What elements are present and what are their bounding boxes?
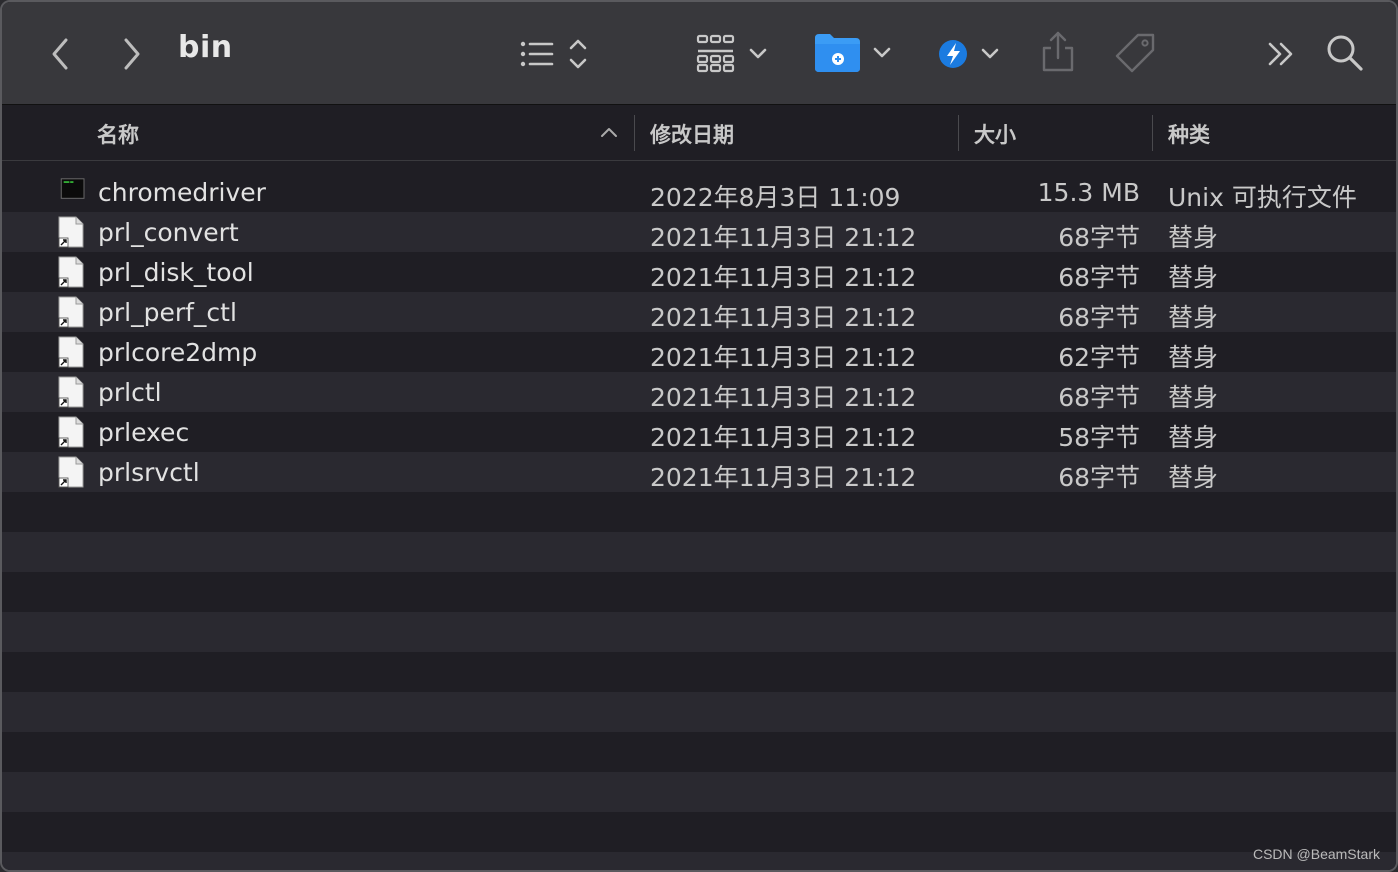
empty-row	[2, 532, 1396, 572]
empty-row	[2, 732, 1396, 772]
column-divider[interactable]	[958, 115, 959, 151]
file-name: prlctl	[98, 378, 162, 407]
empty-row	[2, 652, 1396, 692]
file-kind: 替身	[1168, 263, 1219, 292]
file-date: 2022年8月3日 11:09	[650, 183, 901, 212]
file-date: 2021年11月3日 21:12	[650, 303, 917, 332]
finder-window: bin 名称 修改日期 大小 种类 chromedriver 2022年8月3日…	[0, 0, 1398, 872]
group-button[interactable]	[694, 32, 774, 76]
file-kind: 替身	[1168, 383, 1219, 412]
empty-row	[2, 772, 1396, 812]
tag-icon	[1115, 33, 1155, 73]
file-name: prlsrvctl	[98, 458, 200, 487]
folder-icon	[815, 34, 891, 72]
file-name: prlcore2dmp	[98, 338, 258, 367]
file-size: 15.3 MB	[1037, 178, 1140, 207]
file-size: 62字节	[1058, 343, 1140, 372]
file-size: 68字节	[1058, 463, 1140, 492]
tag-button[interactable]	[1114, 30, 1158, 74]
file-name: prl_convert	[98, 218, 239, 247]
file-kind: 替身	[1168, 463, 1219, 492]
back-button[interactable]	[42, 34, 78, 74]
folder-action-button[interactable]	[812, 30, 896, 76]
file-size: 58字节	[1058, 423, 1140, 452]
share-icon	[1042, 31, 1074, 72]
file-kind: 替身	[1168, 423, 1219, 452]
file-kind: 替身	[1168, 303, 1219, 332]
file-size: 68字节	[1058, 263, 1140, 292]
file-kind: 替身	[1168, 223, 1219, 252]
file-name: prl_perf_ctl	[98, 298, 237, 327]
file-name: prl_disk_tool	[98, 258, 254, 287]
file-date: 2021年11月3日 21:12	[650, 423, 917, 452]
table-row[interactable]: prl_disk_tool 2021年11月3日 21:12 68字节 替身	[2, 252, 1396, 292]
group-icon	[696, 34, 767, 73]
table-row[interactable]: chromedriver 2022年8月3日 11:09 15.3 MB Uni…	[2, 172, 1396, 212]
lightning-icon	[939, 40, 999, 68]
terminal-exec-icon	[60, 178, 85, 199]
alias-file-icon	[58, 456, 84, 488]
column-size-header[interactable]: 大小	[974, 119, 1016, 149]
search-button[interactable]	[1324, 32, 1366, 74]
empty-row	[2, 612, 1396, 652]
forward-button[interactable]	[114, 34, 150, 74]
file-name: prlexec	[98, 418, 190, 447]
empty-row	[2, 852, 1396, 870]
file-size: 68字节	[1058, 223, 1140, 252]
list-view-icon	[520, 39, 587, 69]
column-date-header[interactable]: 修改日期	[650, 119, 734, 149]
alias-file-icon	[58, 416, 84, 448]
back-icon	[52, 38, 68, 70]
alias-file-icon	[58, 216, 84, 248]
file-date: 2021年11月3日 21:12	[650, 263, 917, 292]
empty-row	[2, 812, 1396, 852]
table-row[interactable]: prlctl 2021年11月3日 21:12 68字节 替身	[2, 372, 1396, 412]
share-button[interactable]	[1038, 28, 1078, 76]
alias-file-icon	[58, 336, 84, 368]
file-size: 68字节	[1058, 383, 1140, 412]
sort-ascending-icon[interactable]	[600, 125, 618, 139]
file-size: 68字节	[1058, 303, 1140, 332]
column-divider[interactable]	[1152, 115, 1153, 151]
column-name-header[interactable]: 名称	[97, 119, 139, 149]
search-icon	[1327, 35, 1363, 71]
empty-row	[2, 692, 1396, 732]
forward-icon	[124, 38, 140, 70]
table-row[interactable]: prlsrvctl 2021年11月3日 21:12 68字节 替身	[2, 452, 1396, 492]
file-date: 2021年11月3日 21:12	[650, 223, 917, 252]
alias-file-icon	[58, 296, 84, 328]
column-header: 名称 修改日期 大小 种类	[2, 105, 1396, 161]
table-row[interactable]: prl_convert 2021年11月3日 21:12 68字节 替身	[2, 212, 1396, 252]
chevron-down-icon	[749, 48, 767, 59]
more-button[interactable]	[1264, 36, 1300, 72]
toolbar: bin	[2, 2, 1396, 105]
alias-file-icon	[58, 376, 84, 408]
column-kind-header[interactable]: 种类	[1168, 119, 1210, 149]
table-row[interactable]: prlcore2dmp 2021年11月3日 21:12 62字节 替身	[2, 332, 1396, 372]
empty-row	[2, 492, 1396, 532]
file-kind: 替身	[1168, 343, 1219, 372]
file-date: 2021年11月3日 21:12	[650, 383, 917, 412]
alias-file-icon	[58, 256, 84, 288]
watermark: CSDN @BeamStark	[1252, 846, 1380, 862]
column-divider[interactable]	[634, 115, 635, 151]
file-name: chromedriver	[98, 178, 266, 207]
quick-action-button[interactable]	[934, 34, 1002, 74]
table-row[interactable]: prlexec 2021年11月3日 21:12 58字节 替身	[2, 412, 1396, 452]
more-icon	[1268, 42, 1293, 66]
file-date: 2021年11月3日 21:12	[650, 463, 917, 492]
table-row[interactable]: prl_perf_ctl 2021年11月3日 21:12 68字节 替身	[2, 292, 1396, 332]
file-kind: Unix 可执行文件	[1168, 183, 1357, 212]
window-title: bin	[178, 30, 233, 65]
empty-row	[2, 572, 1396, 612]
file-date: 2021年11月3日 21:12	[650, 343, 917, 372]
view-options-button[interactable]	[514, 34, 594, 74]
